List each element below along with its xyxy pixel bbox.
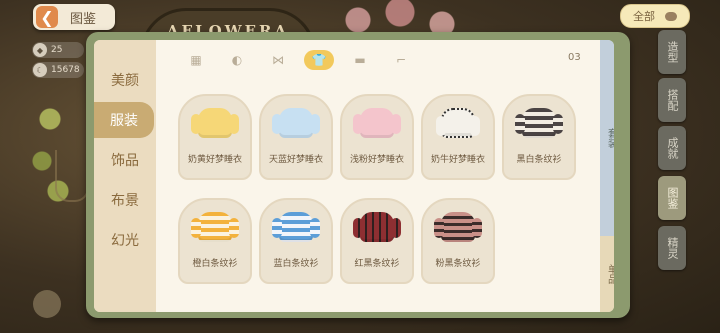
shirt-icon [353,212,401,242]
shirt-icon [272,212,320,242]
item-name: 红黑条纹衫 [354,259,400,269]
shield-icon: ◆ [33,43,47,57]
item-panel: ▦ ◐ ⋈ 👕 ▬ ⌐ 03 奶黄好梦睡衣 天蓝好梦睡衣 浅粉好梦睡衣 奶牛好梦… [156,40,600,312]
stat-value: 15678 [51,65,80,75]
item-name: 奶黄好梦睡衣 [187,155,242,165]
top-icon[interactable]: 👕 [304,50,334,70]
item-name: 天蓝好梦睡衣 [268,155,323,165]
cloud-icon [665,11,677,21]
shoe-icon[interactable]: ⌐ [386,50,416,70]
grid-icon[interactable]: ▦ [181,50,211,70]
moon-icon: ☾ [33,63,47,77]
shirt-icon [515,108,563,138]
item-name: 浅粉好梦睡衣 [349,155,404,165]
stat-counter-1: ◆ 25 [32,42,84,58]
category-glow[interactable]: 幻光 [94,222,156,258]
bottom-icon[interactable]: ▬ [345,50,375,70]
shirt-icon [434,212,482,242]
item-card[interactable]: 蓝白条纹衫 [259,198,333,284]
tab-achievement[interactable]: 成就 [658,126,686,170]
back-button[interactable]: ❮ 图鉴 [33,4,115,30]
back-arrow-icon: ❮ [36,6,58,28]
category-scenery[interactable]: 布景 [94,182,156,218]
item-card[interactable]: 粉黑条纹衫 [421,198,495,284]
shirt-icon [191,212,239,242]
item-name: 橙白条纹衫 [192,259,238,269]
tab-spirit[interactable]: 精灵 [658,226,686,270]
shirt-icon [191,108,239,138]
item-card[interactable]: 黑白条纹衫 [502,94,576,180]
page-number: 03 [568,52,581,63]
category-sidebar: 美颜 服装 饰品 布景 幻光 [94,40,156,312]
item-card[interactable]: 浅粉好梦睡衣 [340,94,414,180]
item-card[interactable]: 奶黄好梦睡衣 [178,94,252,180]
shirt-icon [272,108,320,138]
shirt-icon [353,108,401,138]
tab-single-item[interactable]: 单品 [600,236,614,312]
tab-outfit-set[interactable]: 套装 [600,40,614,236]
item-name: 蓝白条纹衫 [273,259,319,269]
filter-dropdown[interactable]: 全部 [620,4,690,28]
item-name: 奶牛好梦睡衣 [430,155,485,165]
shirt-icon [436,108,480,138]
item-card[interactable]: 红黑条纹衫 [340,198,414,284]
item-name: 粉黑条纹衫 [435,259,481,269]
filter-label: 全部 [633,10,655,23]
hair-icon[interactable]: ◐ [222,50,252,70]
tab-styling[interactable]: 造型 [658,30,686,74]
category-beauty[interactable]: 美颜 [94,62,156,98]
book-page: 美颜 服装 饰品 布景 幻光 ▦ ◐ ⋈ 👕 ▬ ⌐ 03 奶黄好梦睡衣 天蓝好… [94,40,614,312]
tab-catalog[interactable]: 图鉴 [658,176,686,220]
item-card[interactable]: 奶牛好梦睡衣 [421,94,495,180]
item-name: 黑白条纹衫 [516,155,562,165]
category-clothing[interactable]: 服装 [94,102,154,138]
bulb-icon[interactable] [33,290,61,318]
item-card[interactable]: 橙白条纹衫 [178,198,252,284]
bow-icon[interactable]: ⋈ [263,50,293,70]
rope-decoration [55,150,89,202]
stat-value: 25 [51,45,63,55]
catalog-book: 美颜 服装 饰品 布景 幻光 ▦ ◐ ⋈ 👕 ▬ ⌐ 03 奶黄好梦睡衣 天蓝好… [86,32,630,318]
category-accessories[interactable]: 饰品 [94,142,156,178]
tab-matching[interactable]: 搭配 [658,78,686,122]
page-title: 图鉴 [70,11,97,27]
item-card[interactable]: 天蓝好梦睡衣 [259,94,333,180]
stat-counter-2: ☾ 15678 [32,62,84,78]
